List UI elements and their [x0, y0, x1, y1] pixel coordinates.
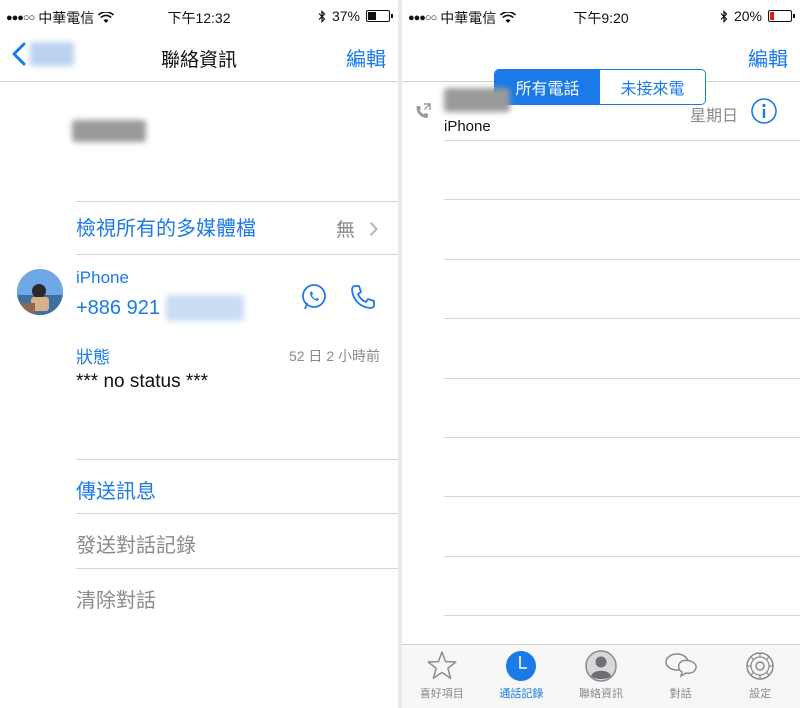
divider — [444, 615, 800, 616]
divider — [76, 568, 398, 569]
media-value: 無 — [335, 220, 355, 241]
bluetooth-icon — [318, 9, 326, 23]
tab-label: 聯絡資訊 — [578, 688, 623, 700]
divider — [444, 556, 800, 557]
chats-icon — [664, 653, 697, 678]
outgoing-call-icon — [416, 103, 431, 118]
phone-type-label: iPhone — [76, 268, 129, 287]
status-timestamp: 52 日 2 小時前 — [288, 348, 380, 364]
info-icon[interactable] — [750, 97, 778, 125]
tab-label: 喜好項目 — [419, 688, 464, 700]
contact-name-redacted — [72, 120, 146, 142]
call-log-screen: ●●●○○ 中華電信 下午9:20 20% 所有電話 未接來電 編輯 iPhon… — [402, 0, 800, 708]
divider — [76, 459, 398, 460]
navigation-bar: 聯絡資訊 編輯 — [0, 32, 398, 82]
battery-percent: 20% — [733, 8, 762, 24]
tab-contacts[interactable]: 聯絡資訊 — [561, 645, 641, 708]
divider — [76, 254, 398, 255]
contacts-icon — [585, 650, 617, 682]
send-chat-history-button[interactable]: 發送對話記錄 — [76, 529, 196, 558]
divider — [76, 513, 398, 514]
tab-chats[interactable]: 對話 — [641, 645, 721, 708]
navigation-bar: 所有電話 未接來電 編輯 — [402, 32, 800, 105]
status-label: 狀態 — [76, 348, 110, 367]
whatsapp-call-icon[interactable] — [300, 283, 328, 311]
tab-settings[interactable]: 設定 — [720, 645, 800, 708]
divider — [444, 318, 800, 319]
tab-favorites[interactable]: 喜好項目 — [402, 645, 482, 708]
edit-button[interactable]: 編輯 — [346, 43, 386, 72]
phone-number-prefix: +886 921 — [76, 296, 160, 319]
divider — [444, 259, 800, 260]
send-message-button[interactable]: 傳送訊息 — [76, 475, 156, 504]
tab-recents[interactable]: 通話記錄 — [482, 645, 562, 708]
battery-icon — [366, 10, 393, 22]
tab-label: 對話 — [669, 688, 692, 700]
battery-fill — [368, 12, 377, 20]
battery-icon — [768, 10, 795, 22]
divider — [444, 378, 800, 379]
page-title: 聯絡資訊 — [160, 50, 237, 71]
tab-label: 通話記錄 — [499, 688, 544, 700]
chevron-right-icon — [369, 221, 378, 236]
battery-fill — [770, 12, 775, 20]
divider — [444, 140, 800, 141]
star-icon — [427, 651, 457, 679]
clear-chat-button[interactable]: 清除對話 — [76, 584, 156, 613]
tab-label: 設定 — [749, 688, 772, 700]
call-day: 星期日 — [689, 108, 738, 125]
tab-bar: 喜好項目 通話記錄 聯絡資訊 對話 設定 — [402, 644, 800, 708]
contact-info-screen: ●●●○○ 中華電信 下午12:32 37% 聯絡資訊 編輯 檢視所有的多媒體檔… — [0, 0, 398, 708]
clock-icon — [506, 651, 537, 681]
avatar — [17, 269, 63, 315]
divider — [444, 496, 800, 497]
media-count[interactable]: 無 — [336, 215, 378, 242]
phone-number[interactable]: +886 921 — [76, 295, 244, 321]
avatar-photo — [17, 269, 63, 315]
status-text: *** no status *** — [76, 371, 209, 392]
edit-button[interactable]: 編輯 — [748, 43, 788, 72]
divider — [444, 437, 800, 438]
status-bar: ●●●○○ 中華電信 下午12:32 37% — [0, 0, 398, 32]
settings-icon — [746, 652, 774, 680]
divider — [76, 201, 398, 202]
caller-name-redacted — [444, 88, 510, 112]
phone-call-icon[interactable] — [349, 283, 377, 311]
phone-number-redacted — [165, 295, 244, 321]
status-bar: ●●●○○ 中華電信 下午9:20 20% — [402, 0, 800, 32]
view-media-link[interactable]: 檢視所有的多媒體檔 — [76, 212, 256, 241]
caller-phone-type: iPhone — [444, 118, 491, 135]
battery-percent: 37% — [331, 8, 360, 24]
call-log-entry[interactable]: iPhone 星期日 — [402, 82, 800, 140]
bluetooth-icon — [720, 9, 728, 23]
divider — [444, 199, 800, 200]
